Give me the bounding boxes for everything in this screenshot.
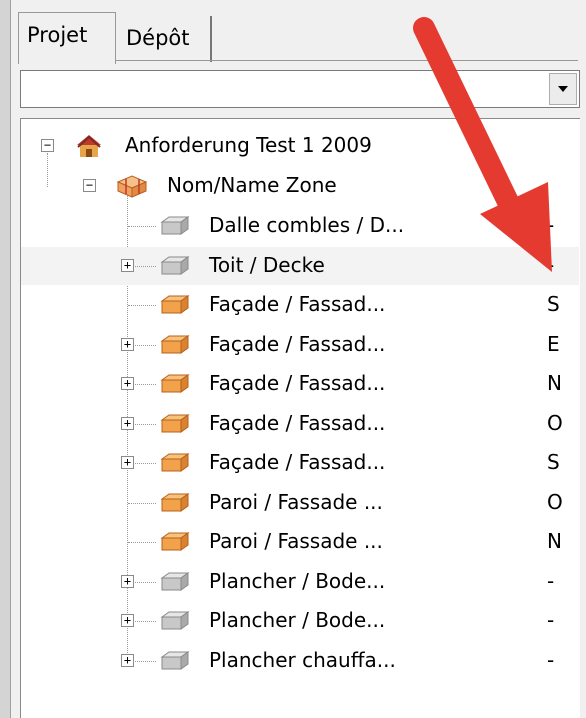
tree-item-orientation: O (547, 489, 563, 514)
tree-item-row[interactable]: + Toit / Decke - (21, 246, 579, 285)
element-gray-icon (160, 650, 190, 670)
tree-item-orientation: E (547, 331, 560, 356)
element-orange-icon (160, 334, 190, 354)
tree-connector-line (47, 153, 48, 187)
tree-item-orientation: O (547, 410, 563, 435)
tree-item-label: Façade / Fassad... (209, 410, 386, 435)
tree-item-orientation: S (547, 292, 560, 316)
tree-item-label: Façade / Fassad... (209, 292, 386, 316)
tree-item-label: Plancher / Bode... (209, 608, 386, 632)
tab-bar: Projet Dépôt (18, 8, 578, 64)
tree-item-label: Paroi / Fassade ... (209, 529, 383, 553)
tree-item-row[interactable]: + Plancher / Bode... - (21, 563, 579, 601)
tree-connector-branch (128, 542, 156, 543)
tree-item-row[interactable]: + Façade / Fassad... N (21, 365, 579, 403)
tree-item-orientation: - (547, 647, 555, 672)
tree-item-row[interactable]: + Façade / Fassad... O (21, 405, 579, 443)
tree-item-label: Paroi / Fassade ... (209, 489, 383, 514)
tree-item-label: Dalle combles / D... (209, 213, 405, 237)
expand-toggle[interactable]: + (121, 614, 134, 627)
project-tree[interactable]: − Anforderung Test 1 2009 − Nom/Name Zon… (20, 118, 580, 718)
expand-toggle[interactable]: + (121, 653, 134, 667)
tab-depot[interactable]: Dépôt (118, 16, 212, 62)
expand-toggle[interactable]: + (121, 337, 134, 351)
element-gray-icon (160, 571, 190, 591)
house-icon (77, 135, 101, 157)
zone-icon (116, 175, 148, 198)
combo-dropdown-button[interactable] (549, 73, 577, 105)
tree-root-row[interactable]: − Anforderung Test 1 2009 (21, 127, 579, 165)
tree-item-label: Façade / Fassad... (209, 371, 386, 395)
expand-toggle[interactable]: + (121, 377, 134, 390)
project-combo[interactable] (20, 70, 580, 108)
tree-root-label: Anforderung Test 1 2009 (125, 133, 372, 157)
tab-depot-label: Dépôt (126, 26, 190, 50)
tree-connector-branch (128, 305, 156, 306)
tree-item-row[interactable]: Façade / Fassad... S (21, 286, 579, 324)
tree-item-label: Façade / Fassad... (209, 450, 386, 474)
element-gray-icon (160, 255, 190, 275)
tree-item-orientation: S (547, 450, 560, 474)
tree-item-orientation: N (547, 529, 562, 553)
tree-zone-row[interactable]: − Nom/Name Zone (21, 167, 579, 205)
tree-item-orientation: - (547, 568, 555, 593)
tree-item-label: Plancher chauffa... (209, 647, 396, 672)
element-orange-icon (160, 532, 190, 551)
element-orange-icon (160, 374, 190, 393)
tree-item-row[interactable]: + Façade / Fassad... S (21, 444, 579, 482)
element-orange-icon (160, 453, 190, 472)
element-orange-icon (160, 413, 190, 433)
expand-toggle[interactable]: + (121, 574, 134, 588)
tree-connector-branch (128, 226, 156, 227)
collapse-toggle[interactable]: − (83, 179, 96, 192)
tree-item-row[interactable]: + Plancher chauffa... - (21, 642, 579, 680)
tree-item-orientation: - (547, 252, 555, 277)
window-edge (0, 0, 11, 718)
element-orange-icon (160, 295, 190, 314)
element-gray-icon (160, 611, 190, 630)
tree-item-row[interactable]: + Plancher / Bode... - (21, 602, 579, 640)
tree-item-orientation: - (547, 213, 555, 237)
collapse-toggle[interactable]: − (41, 139, 54, 152)
tree-item-row[interactable]: Paroi / Fassade ... O (21, 484, 579, 522)
tree-zone-label: Nom/Name Zone (167, 173, 337, 197)
tree-connector-branch (128, 502, 156, 504)
tree-item-label: Plancher / Bode... (209, 568, 386, 593)
tree-item-row[interactable]: Dalle combles / D... - (21, 207, 579, 245)
expand-toggle[interactable]: + (121, 416, 134, 430)
tab-projet[interactable]: Projet (18, 12, 116, 64)
tree-item-row[interactable]: Paroi / Fassade ... N (21, 523, 579, 561)
tree-item-row[interactable]: + Façade / Fassad... E (21, 326, 579, 364)
tree-item-label: Façade / Fassad... (209, 331, 386, 356)
tree-item-orientation: N (547, 371, 562, 395)
element-gray-icon (160, 216, 190, 235)
chevron-down-icon (558, 86, 568, 92)
tree-item-orientation: - (547, 608, 555, 632)
expand-toggle[interactable]: + (121, 258, 134, 272)
expand-toggle[interactable]: + (121, 456, 134, 469)
tree-item-label: Toit / Decke (209, 252, 325, 277)
element-orange-icon (160, 492, 190, 512)
tab-projet-label: Projet (27, 23, 88, 47)
